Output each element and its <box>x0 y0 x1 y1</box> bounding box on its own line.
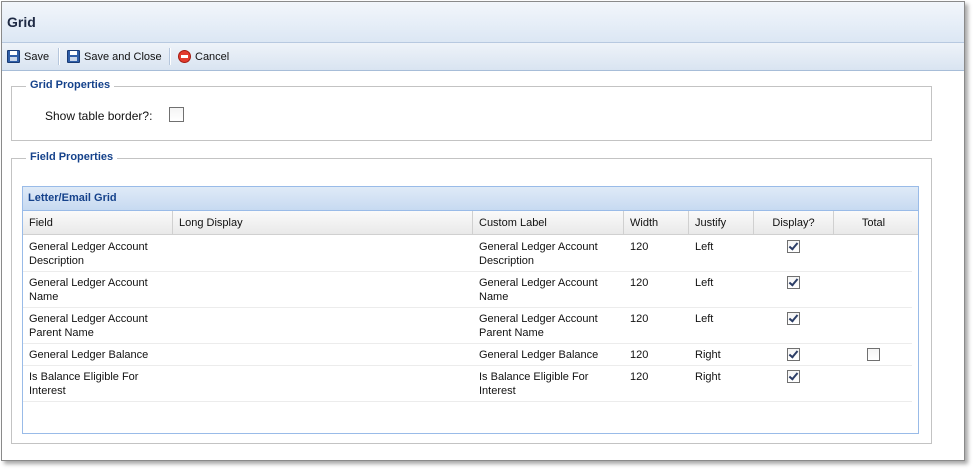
cell-custom-label[interactable]: Is Balance Eligible For Interest <box>479 370 617 398</box>
column-header-total[interactable]: Total <box>834 211 914 234</box>
display-checkbox[interactable] <box>787 348 800 361</box>
column-header-row: Field Long Display Custom Label Width Ju… <box>23 211 914 235</box>
total-checkbox[interactable] <box>867 348 880 361</box>
cell-width[interactable]: 120 <box>630 348 648 362</box>
grid-properties-section: Grid Properties Show table border?: <box>11 79 932 141</box>
cancel-button-label: Cancel <box>195 50 230 63</box>
grid-title: Letter/Email Grid <box>28 192 117 204</box>
column-header-long-display[interactable]: Long Display <box>173 211 473 234</box>
field-properties-section: Field Properties Letter/Email Grid Field… <box>11 151 932 444</box>
cell-width[interactable]: 120 <box>630 240 648 254</box>
column-header-custom-label[interactable]: Custom Label <box>473 211 624 234</box>
table-row[interactable]: General Ledger Account Description Gener… <box>23 235 912 272</box>
window-title: Grid <box>7 14 36 30</box>
column-header-field[interactable]: Field <box>23 211 173 234</box>
cell-width[interactable]: 120 <box>630 276 648 290</box>
save-button[interactable]: Save <box>7 48 49 65</box>
grid-properties-legend: Grid Properties <box>26 79 115 91</box>
cell-width[interactable]: 120 <box>630 370 648 384</box>
display-checkbox[interactable] <box>787 276 800 289</box>
cell-justify[interactable]: Right <box>695 348 721 362</box>
cell-custom-label[interactable]: General Ledger Account Parent Name <box>479 312 617 340</box>
table-row[interactable]: General Ledger Balance General Ledger Ba… <box>23 343 912 366</box>
cell-custom-label[interactable]: General Ledger Balance <box>479 348 619 362</box>
cell-field: General Ledger Account Parent Name <box>29 313 148 339</box>
cell-justify[interactable]: Left <box>695 312 713 326</box>
show-table-border-label: Show table border?: <box>45 109 153 123</box>
column-header-justify[interactable]: Justify <box>689 211 754 234</box>
letter-email-grid: Letter/Email Grid Field Long Display Cus… <box>22 186 919 434</box>
cell-justify[interactable]: Left <box>695 276 713 290</box>
table-row[interactable]: Is Balance Eligible For Interest Is Bala… <box>23 365 912 402</box>
cell-field: General Ledger Account Name <box>29 277 148 303</box>
cell-width[interactable]: 120 <box>630 312 648 326</box>
save-and-close-label: Save and Close <box>84 50 162 63</box>
save-disk-icon <box>67 50 80 63</box>
field-properties-legend: Field Properties <box>26 151 118 163</box>
grid-title-bar: Letter/Email Grid <box>23 187 918 211</box>
column-header-width[interactable]: Width <box>624 211 689 234</box>
table-row[interactable]: General Ledger Account Parent Name Gener… <box>23 307 912 344</box>
cell-justify[interactable]: Left <box>695 240 713 254</box>
toolbar-separator <box>58 48 60 65</box>
cancel-button[interactable]: Cancel <box>178 48 229 65</box>
save-button-label: Save <box>24 50 50 63</box>
title-bar: Grid <box>2 2 964 43</box>
cell-custom-label[interactable]: General Ledger Account Description <box>479 240 617 268</box>
toolbar-separator <box>169 48 171 65</box>
save-and-close-button[interactable]: Save and Close <box>67 48 162 65</box>
display-checkbox[interactable] <box>787 240 800 253</box>
show-table-border-checkbox[interactable] <box>169 107 184 122</box>
save-disk-icon <box>7 50 20 63</box>
cell-justify[interactable]: Right <box>695 370 721 384</box>
table-row[interactable]: General Ledger Account Name General Ledg… <box>23 271 912 308</box>
display-checkbox[interactable] <box>787 370 800 383</box>
cell-field: Is Balance Eligible For Interest <box>29 371 139 397</box>
cell-field: General Ledger Balance <box>29 349 149 361</box>
cancel-circle-icon <box>178 50 191 63</box>
header-scroll-spacer <box>912 211 918 235</box>
column-header-display[interactable]: Display? <box>754 211 834 234</box>
cell-custom-label[interactable]: General Ledger Account Name <box>479 276 617 304</box>
cell-field: General Ledger Account Description <box>29 241 148 267</box>
toolbar: Save Save and Close Cancel <box>2 43 964 71</box>
dialog-window: Grid Save Save and Close Cancel Grid Pro… <box>1 1 965 461</box>
display-checkbox[interactable] <box>787 312 800 325</box>
